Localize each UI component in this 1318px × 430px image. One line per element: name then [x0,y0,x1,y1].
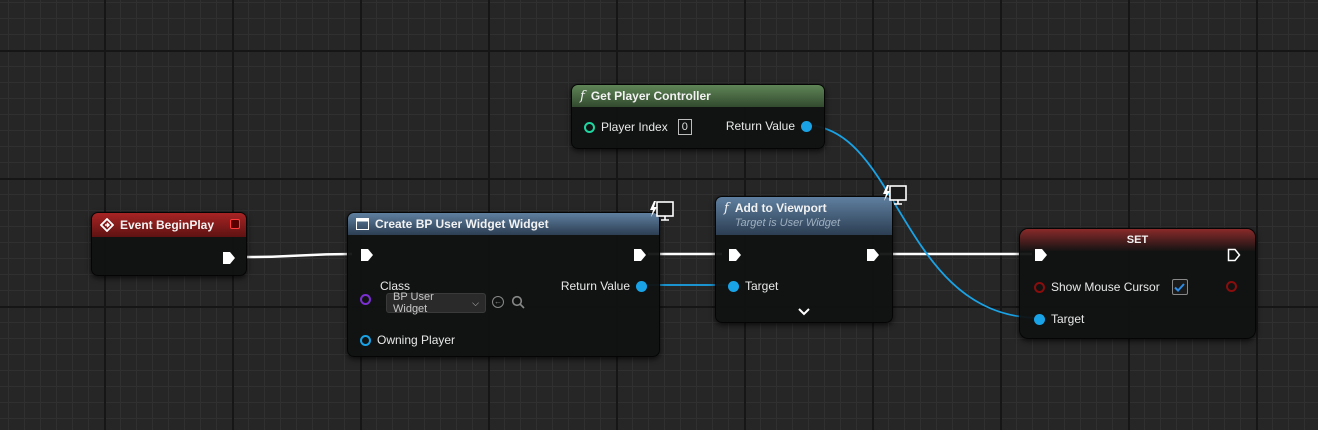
add-to-viewport-node[interactable]: f Add to Viewport Target is User Widget … [715,185,907,323]
set-header: SET [1020,229,1255,251]
controller-return-value-label: Return Value [725,119,795,133]
add-to-viewport-header: f Add to Viewport Target is User Widget [716,197,892,235]
latent-monitor-icon [649,200,674,222]
widget-window-icon [356,218,369,230]
viewport-target-pin-icon [728,280,739,292]
create-widget-title: Create BP User Widget Widget [375,217,549,231]
add-to-viewport-subtitle: Target is User Widget [734,217,841,229]
event-beginplay-title: Event BeginPlay [120,218,215,232]
add-to-viewport-exec-out[interactable] [866,248,880,262]
widget-return-value-label: Return Value [560,279,630,293]
owning-player-pin[interactable]: Owning Player [360,333,461,347]
show-mouse-cursor-pin[interactable]: Show Mouse Cursor [1034,279,1188,295]
function-icon: f [580,88,585,104]
bool-out-pin-icon[interactable] [1226,281,1237,292]
player-index-label: Player Index [601,120,668,134]
set-node[interactable]: SET Show Mouse Cursor Target [1019,228,1256,339]
expand-chevron-icon[interactable] [798,303,810,321]
controller-return-pin-icon [801,120,812,132]
event-beginplay-node[interactable]: Event BeginPlay [91,212,247,276]
controller-return-value-pin[interactable]: Return Value [720,119,812,133]
get-player-controller-node[interactable]: f Get Player Controller Player Index 0 R… [571,84,825,149]
class-select[interactable]: BP User Widget ⌵ [386,291,486,315]
set-target-label: Target [1051,312,1085,326]
show-mouse-cursor-checkbox[interactable] [1171,279,1188,295]
set-exec-in[interactable] [1034,248,1048,262]
class-select-value: BP User Widget [393,291,434,315]
search-icon[interactable] [511,295,525,314]
widget-return-value-pin[interactable]: Return Value [555,279,647,293]
create-widget-exec-out[interactable] [633,248,647,262]
create-widget-node[interactable]: Create BP User Widget Widget Class BP Us… [347,201,674,357]
player-index-pin-icon [584,121,595,133]
exec-out-icon [634,249,646,261]
latent-monitor-icon [882,184,907,206]
create-widget-header: Create BP User Widget Widget [348,213,659,235]
add-to-viewport-exec-in[interactable] [728,248,742,262]
browse-arrow-icon[interactable]: ← [492,296,504,308]
get-player-controller-title: Get Player Controller [590,89,711,103]
exec-out-outline-icon [1227,248,1241,262]
player-index-input[interactable]: 0 [677,119,692,135]
player-index-pin[interactable]: Player Index 0 [584,119,692,135]
bool-pin-icon [1034,281,1045,293]
create-widget-exec-in[interactable] [360,248,374,262]
event-diamond-icon [100,218,114,232]
checkmark-icon [1174,282,1185,292]
get-player-controller-header: f Get Player Controller [572,85,824,107]
set-target-pin[interactable]: Target [1034,312,1090,326]
exec-out-icon [867,249,879,261]
event-beginplay-header: Event BeginPlay [92,213,246,237]
owning-player-label: Owning Player [377,333,456,347]
function-icon: f [724,201,729,216]
exec-out-icon [223,252,235,264]
widget-return-pin-icon [636,280,647,292]
viewport-target-label: Target [745,279,779,293]
set-exec-out[interactable] [1227,248,1241,262]
exec-in-icon [1035,249,1047,261]
beginplay-exec-out[interactable] [222,251,236,265]
class-pin-icon[interactable] [360,294,371,305]
exec-in-icon [361,249,373,261]
add-to-viewport-title: Add to Viewport [734,201,827,215]
show-mouse-cursor-label: Show Mouse Cursor [1051,280,1160,294]
exec-in-icon [729,249,741,261]
owning-player-pin-icon [360,334,371,346]
viewport-target-pin[interactable]: Target [728,279,784,293]
exec-wire-beginplay-create [245,252,353,259]
set-title: SET [1126,234,1149,246]
set-target-pin-icon [1034,313,1045,325]
delegate-pin-icon[interactable] [230,219,240,229]
chevron-down-icon: ⌵ [472,297,479,308]
